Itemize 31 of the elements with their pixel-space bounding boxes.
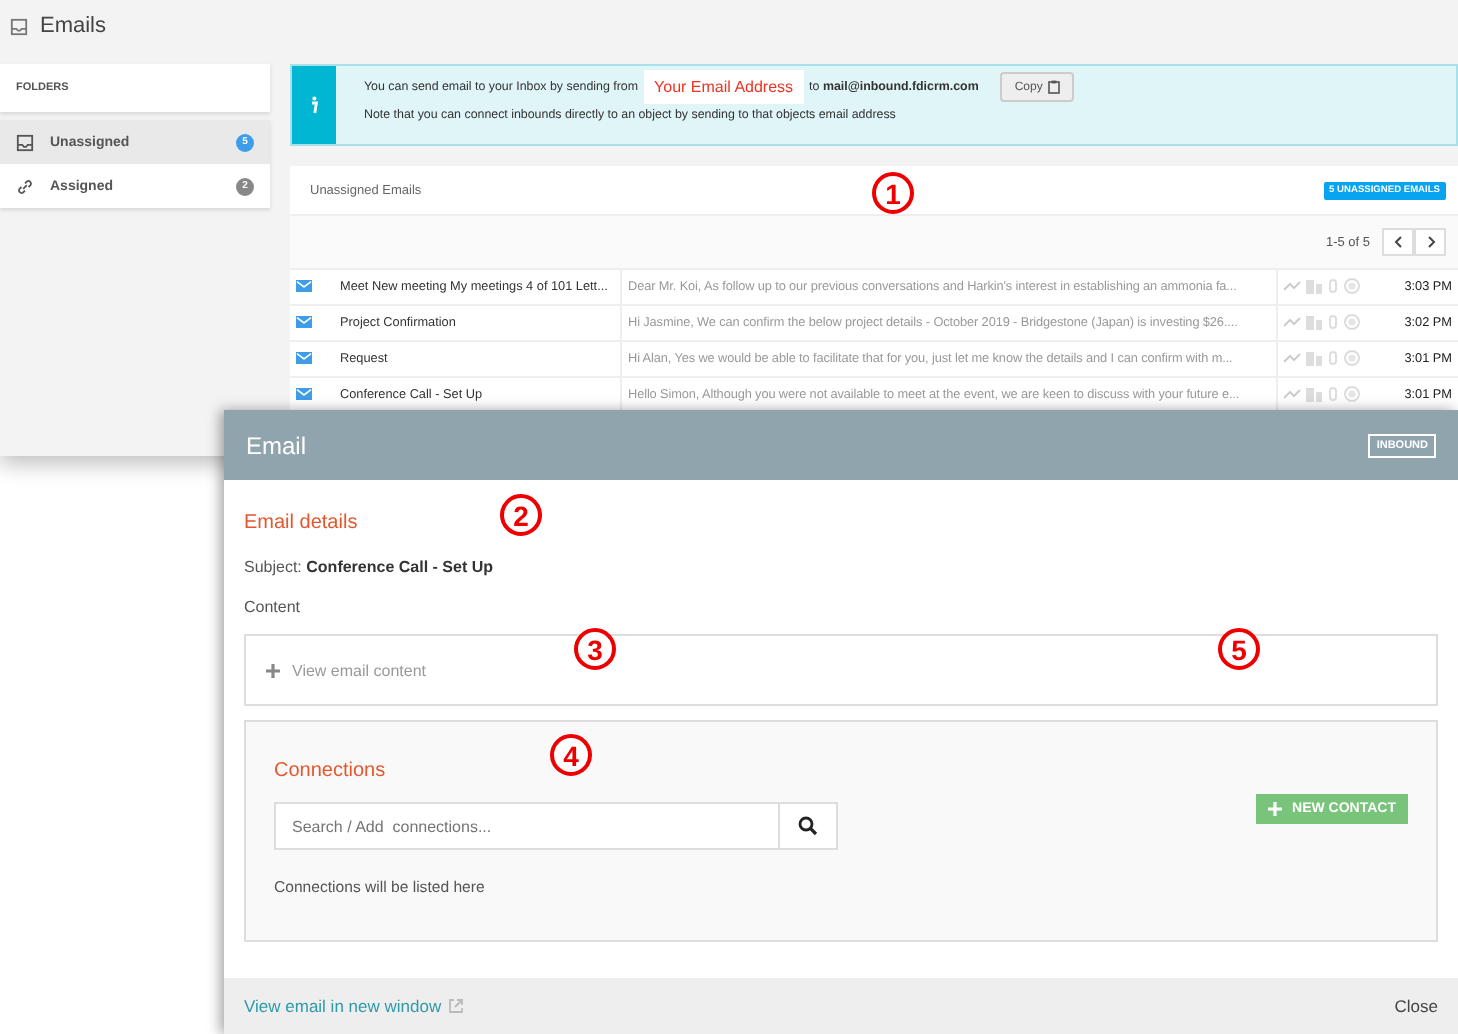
inbox-icon [10, 17, 28, 35]
address-label: Your Email Address [644, 70, 804, 104]
envelope-icon [296, 351, 312, 363]
section-title: Email details [244, 512, 358, 534]
row-action-icons-drawing [1284, 313, 1364, 329]
inbox-icon [16, 133, 34, 151]
content-label: Content [244, 598, 303, 616]
search-button[interactable] [780, 802, 838, 850]
envelope-icon [296, 315, 312, 327]
dialog-title: Email [246, 431, 307, 459]
page-title: Emails [40, 14, 107, 38]
plus-icon [1268, 802, 1283, 816]
search-icon [798, 816, 818, 836]
envelope-icon [296, 279, 312, 291]
row-action-icons-drawing [1284, 385, 1364, 401]
row-action-icons-drawing [1284, 277, 1364, 293]
plus-icon [266, 663, 280, 677]
search-field[interactable]: Search / Add connections... [274, 802, 780, 850]
clipboard-icon [1048, 80, 1061, 94]
previous-page-button[interactable] [1382, 228, 1414, 256]
next-page-button[interactable] [1414, 228, 1446, 256]
external-link-icon [447, 998, 464, 1014]
section-title: Connections [274, 760, 386, 782]
info-icon [310, 96, 318, 114]
row-action-icons-drawing [1284, 349, 1364, 365]
link-icon [16, 177, 34, 195]
chevron-left-icon [1393, 236, 1403, 248]
close-button[interactable]: Close [1394, 996, 1438, 1016]
chevron-right-icon [1425, 236, 1435, 248]
subject-line: Subject: Conference Call - Set Up [244, 558, 495, 576]
envelope-icon [296, 387, 312, 399]
